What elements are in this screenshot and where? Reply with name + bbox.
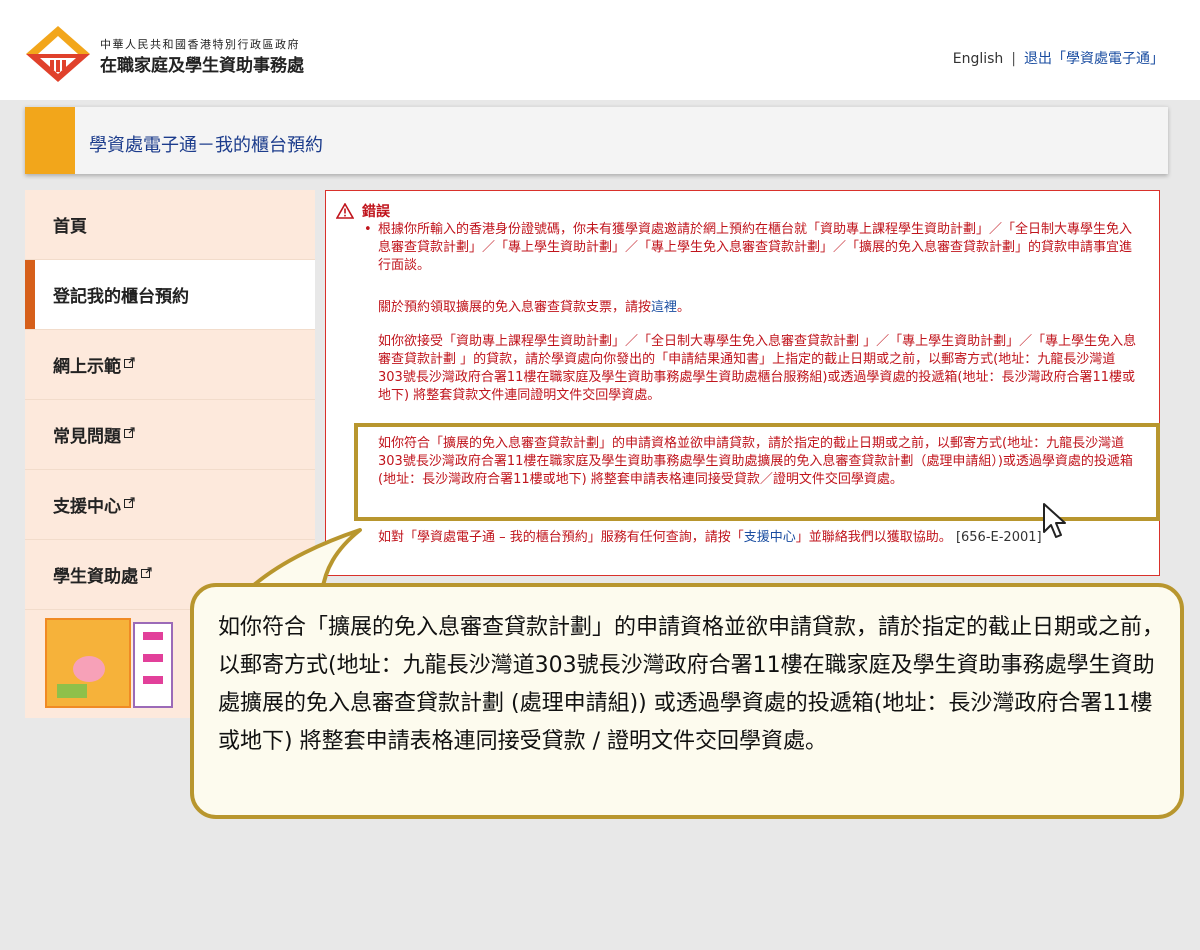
promo-leaflet-image (133, 622, 173, 708)
piggy-bank-icon (73, 656, 105, 682)
sidebar-item-home[interactable]: 首頁 (25, 190, 315, 260)
sidebar-item-online-demo[interactable]: 網上示範 (25, 330, 315, 400)
external-link-icon (141, 567, 152, 578)
promo-decoration (143, 632, 163, 640)
error-heading: 錯誤 (336, 201, 390, 221)
page-title-bar: 學資處電子通－我的櫃台預約 (25, 106, 1168, 174)
error-message-4: 如你符合「擴展的免入息審查貸款計劃」的申請資格並欲申請貸款，請於指定的截止日期或… (378, 436, 1133, 487)
highlighted-paragraph-box: 如你符合「擴展的免入息審查貸款計劃」的申請資格並欲申請貸款，請於指定的截止日期或… (354, 423, 1160, 521)
sidebar-item-label: 常見問題 (53, 427, 121, 447)
warning-icon (336, 203, 354, 219)
link-separator: | (1011, 51, 1016, 67)
external-link-icon (124, 497, 135, 508)
page-title: 學資處電子通－我的櫃台預約 (89, 135, 323, 156)
top-header: 中華人民共和國香港特別行政區政府 在職家庭及學生資助事務處 English | 退出… (0, 0, 1200, 100)
error-message-3: 如你欲接受「資助專上課程學生資助計劃」／「全日制大專學生免入息審查貸款計劃 」／… (378, 334, 1137, 403)
sidebar-item-register-booking[interactable]: 登記我的櫃台預約 (25, 260, 315, 330)
support-centre-link[interactable]: 支援中心 (744, 530, 796, 545)
error-message-2-suffix: 。 (677, 300, 691, 315)
error-code: [656-E-2001] (955, 530, 1042, 545)
title-accent-block (25, 107, 75, 174)
book-stack-icon (57, 684, 87, 698)
error-message-5: 如對「學資處電子通 – 我的櫃台預約」服務有任何查詢，請按「支援中心」並聯絡我們… (378, 529, 1138, 547)
sidebar-item-label: 首頁 (53, 217, 87, 237)
promo-decoration (143, 654, 163, 662)
org-name: 在職家庭及學生資助事務處 (100, 56, 304, 76)
callout-text: 如你符合「擴展的免入息審查貸款計劃」的申請資格並欲申請貸款，請於指定的截止日期或… (218, 615, 1165, 754)
promo-decoration (143, 676, 163, 684)
external-link-icon (124, 357, 135, 368)
here-link[interactable]: 這裡 (651, 300, 677, 315)
error-message-1: 根據你所輸入的香港身份證號碼，你未有獲學資處邀請於網上預約在櫃台就「資助專上課程… (364, 221, 1138, 275)
top-links: English | 退出「學資處電子通」 (953, 48, 1164, 68)
error-message-5-suffix: 」並聯絡我們以獲取協助。 (795, 530, 952, 545)
error-title: 錯誤 (362, 204, 390, 220)
sidebar-item-label: 網上示範 (53, 357, 121, 377)
english-link[interactable]: English (953, 51, 1004, 67)
sidebar-item-label: 學生資助處 (53, 567, 138, 587)
logout-link[interactable]: 退出「學資處電子通」 (1024, 51, 1164, 67)
external-link-icon (124, 427, 135, 438)
error-message-5-prefix: 如對「學資處電子通 – 我的櫃台預約」服務有任何查詢，請按「 (378, 530, 744, 545)
sidebar-item-support-centre[interactable]: 支援中心 (25, 470, 315, 540)
error-message-2-prefix: 關於預約領取擴展的免入息審查貸款支票，請按 (378, 300, 652, 315)
promo-leaflet-image (45, 618, 131, 708)
sidebar-item-faq[interactable]: 常見問題 (25, 400, 315, 470)
sidebar-item-label: 登記我的櫃台預約 (53, 287, 189, 307)
mouse-pointer-icon (1043, 503, 1066, 538)
sidebar-item-label: 支援中心 (53, 497, 121, 517)
callout-bubble: 如你符合「擴展的免入息審查貸款計劃」的申請資格並欲申請貸款，請於指定的截止日期或… (190, 583, 1184, 819)
wfsfaa-logo-icon (26, 26, 90, 82)
org-subtitle: 中華人民共和國香港特別行政區政府 (100, 38, 300, 51)
error-message-2: 關於預約領取擴展的免入息審查貸款支票，請按這裡。 (378, 299, 1138, 317)
